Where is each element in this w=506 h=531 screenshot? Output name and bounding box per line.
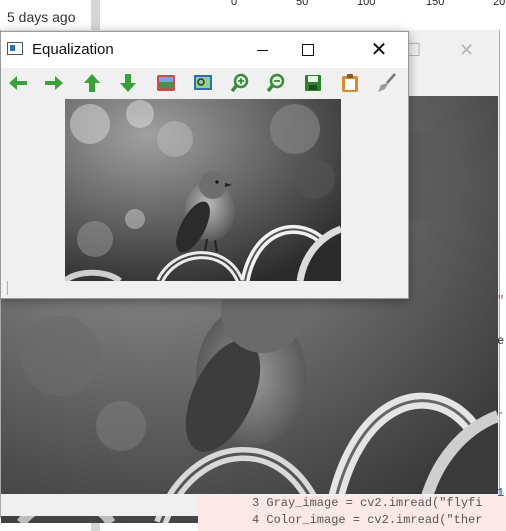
- axis-tick: 50: [296, 0, 309, 8]
- minimize-button[interactable]: [239, 32, 285, 68]
- save-icon: [305, 75, 321, 91]
- zoom-out-button[interactable]: [264, 72, 288, 94]
- maximize-button[interactable]: [285, 32, 331, 68]
- arrow-left-icon: [9, 76, 27, 90]
- equalization-window: Equalization ✕: [0, 31, 409, 299]
- background-close-icon[interactable]: ✕: [459, 40, 474, 61]
- status-bar-divider: [7, 281, 8, 295]
- axis-tick: 150: [426, 0, 445, 8]
- save-button[interactable]: [301, 72, 325, 94]
- clipboard-icon: [342, 74, 358, 92]
- brush-icon: [378, 73, 396, 92]
- code-line: 3 Gray_image = cv2.imread("flyfi: [252, 496, 483, 510]
- arrow-up-icon: [84, 74, 100, 92]
- clipboard-button[interactable]: [338, 72, 362, 94]
- file-age-label: 5 days ago: [7, 9, 76, 25]
- toolbar: [1, 68, 408, 98]
- maximize-icon: [302, 44, 314, 56]
- app-window-icon: [7, 42, 23, 55]
- minimize-icon: [256, 49, 268, 51]
- image-zoom-icon: [194, 75, 212, 90]
- up-button[interactable]: [80, 72, 104, 94]
- zoom-in-icon: [230, 73, 249, 93]
- equalized-image: [65, 99, 341, 281]
- axis-tick: 0: [231, 0, 238, 8]
- axis-tick: 20: [493, 0, 506, 8]
- zoom-in-button[interactable]: [228, 72, 252, 94]
- arrow-right-icon: [45, 76, 63, 90]
- forward-button[interactable]: [42, 72, 66, 94]
- down-button[interactable]: [116, 72, 140, 94]
- back-button[interactable]: [6, 72, 30, 94]
- image-button[interactable]: [154, 72, 178, 94]
- plot-axis: 0 50 100 150 20: [100, 0, 506, 12]
- code-editor[interactable]: 3 Gray_image = cv2.imread("flyfi 4 Color…: [198, 496, 506, 531]
- image-zoom-button[interactable]: [191, 72, 215, 94]
- brush-button[interactable]: [375, 72, 399, 94]
- code-line: 4 Color_image = cv2.imread("ther: [252, 513, 483, 527]
- close-icon: ✕: [370, 39, 388, 61]
- code-editor-edge: " e) - 1: [497, 294, 506, 500]
- image-icon: [157, 75, 175, 91]
- close-button[interactable]: ✕: [355, 32, 403, 68]
- axis-tick: 100: [357, 0, 376, 8]
- title-bar[interactable]: Equalization ✕: [1, 32, 408, 68]
- zoom-out-icon: [266, 73, 285, 93]
- arrow-down-icon: [120, 74, 136, 92]
- window-title: Equalization: [32, 41, 114, 58]
